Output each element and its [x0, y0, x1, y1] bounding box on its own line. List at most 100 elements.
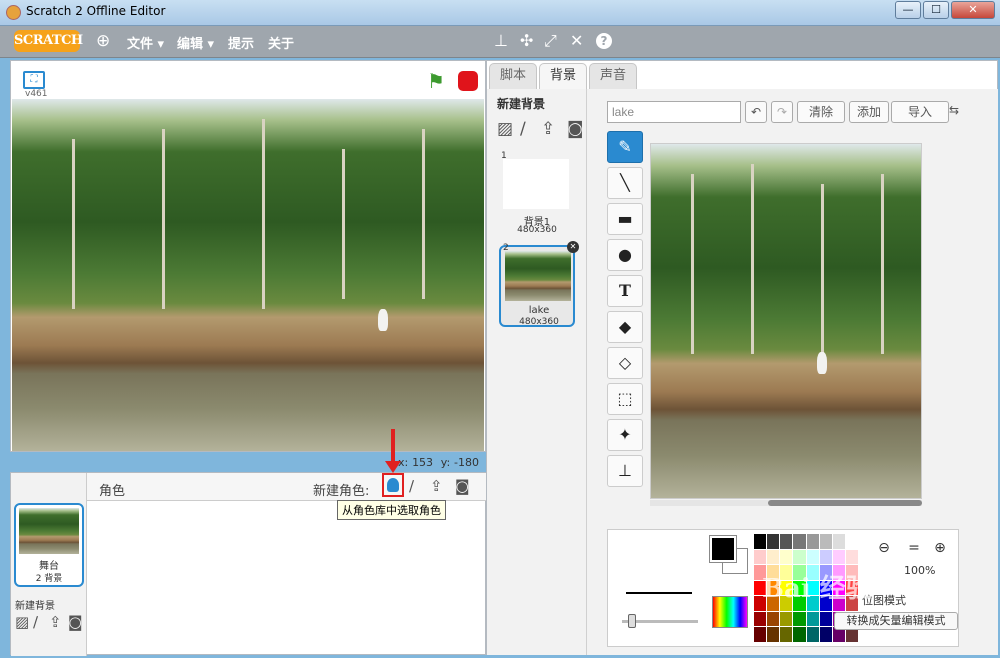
upload-sprite-icon[interactable]: ⇪: [430, 477, 443, 495]
paint-canvas[interactable]: [650, 143, 922, 499]
import-button[interactable]: 导入: [891, 101, 949, 123]
magic-wand-icon[interactable]: ✦: [607, 419, 643, 451]
backdrop-item[interactable]: 1 背景1 480x360: [499, 151, 575, 237]
maximize-button[interactable]: ☐: [923, 1, 949, 19]
palette-swatch[interactable]: [832, 549, 845, 565]
shrink-icon[interactable]: ✕: [570, 31, 583, 50]
paint-backdrop-icon[interactable]: ∕: [33, 613, 38, 631]
menu-tips[interactable]: 提示: [228, 33, 254, 52]
add-button[interactable]: 添加: [849, 101, 889, 123]
grow-icon[interactable]: ⤢: [544, 31, 557, 51]
palette-swatch[interactable]: [819, 549, 832, 565]
title-bar: Scratch 2 Offline Editor — ☐ ✕: [0, 0, 1000, 26]
palette-swatch[interactable]: [754, 627, 767, 642]
paint-backdrop-icon[interactable]: ∕: [520, 119, 526, 139]
camera-backdrop-icon[interactable]: ◙: [68, 613, 83, 631]
palette-swatch[interactable]: [780, 611, 793, 627]
redo-button[interactable]: ↷: [771, 101, 793, 123]
flip-horizontal-icon[interactable]: ⇆: [949, 103, 959, 117]
copy-stamp-icon[interactable]: ⊥: [494, 31, 508, 50]
palette-swatch[interactable]: [767, 611, 780, 627]
menu-file[interactable]: 文件 ▾: [127, 33, 164, 52]
palette-swatch[interactable]: [793, 611, 806, 627]
stage-panel: ⛶ v461 ⚑: [10, 60, 486, 452]
undo-button[interactable]: ↶: [745, 101, 767, 123]
zoom-out-icon[interactable]: ⊖: [874, 538, 894, 558]
palette-swatch[interactable]: [754, 534, 767, 549]
tab-backdrops[interactable]: 背景: [539, 63, 587, 89]
tab-scripts[interactable]: 脚本: [489, 63, 537, 89]
upload-backdrop-icon[interactable]: ⇪: [49, 613, 62, 631]
camera-backdrop-icon[interactable]: ◙: [567, 119, 584, 139]
camera-sprite-icon[interactable]: ◙: [455, 477, 470, 495]
palette-swatch[interactable]: [793, 627, 806, 642]
sprites-title: 角色: [99, 484, 126, 499]
palette-swatch[interactable]: [806, 611, 819, 627]
select-tool-icon[interactable]: ⬚: [607, 383, 643, 415]
scrollbar-thumb[interactable]: [768, 500, 922, 506]
tab-sounds[interactable]: 声音: [589, 63, 637, 89]
line-tool-icon[interactable]: ╲: [607, 167, 643, 199]
stage-thumbnail[interactable]: 舞台 2 背景: [14, 503, 84, 587]
palette-swatch[interactable]: [767, 549, 780, 565]
stage-thumbnail-image: [19, 508, 79, 554]
language-globe-icon[interactable]: ⊕: [96, 31, 110, 51]
menu-bar: SCRATCH ⊕ 文件 ▾ 编辑 ▾ 提示 关于 ⊥ ✣ ⤢ ✕ ?: [0, 26, 1000, 58]
brush-tool-icon[interactable]: ✎: [607, 131, 643, 163]
text-tool-icon[interactable]: T: [607, 275, 643, 307]
backdrop-item-selected[interactable]: 2 lake 480x360 ✕: [499, 241, 579, 327]
paint-sprite-icon[interactable]: ∕: [409, 477, 414, 495]
palette-swatch[interactable]: [819, 627, 832, 642]
palette-swatch[interactable]: [767, 627, 780, 642]
color-picker[interactable]: [712, 596, 748, 628]
stamp-tool-icon[interactable]: ⊥: [607, 455, 643, 487]
palette-swatch[interactable]: [767, 534, 780, 549]
sprite-panel: 舞台 2 背景 新建背景 ▨ ∕ ⇪ ◙ 角色 新建角色: ∕ ⇪ ◙ 从角色库…: [10, 429, 486, 656]
line-width-slider[interactable]: [622, 614, 698, 628]
delete-backdrop-icon[interactable]: ✕: [567, 241, 579, 253]
palette-swatch[interactable]: [754, 611, 767, 627]
palette-swatch[interactable]: [780, 627, 793, 642]
zoom-reset-icon[interactable]: =: [904, 538, 924, 558]
ellipse-tool-icon[interactable]: ●: [607, 239, 643, 271]
palette-swatch[interactable]: [832, 534, 845, 549]
palette-swatch[interactable]: [780, 534, 793, 549]
fill-tool-icon[interactable]: ◆: [607, 311, 643, 343]
fullscreen-icon[interactable]: ⛶: [23, 71, 45, 89]
palette-swatch[interactable]: [845, 534, 858, 549]
stop-icon[interactable]: [458, 71, 478, 91]
close-button[interactable]: ✕: [951, 1, 995, 19]
palette-swatch[interactable]: [806, 549, 819, 565]
palette-swatch[interactable]: [793, 534, 806, 549]
x-value: 153: [412, 456, 434, 469]
stage-canvas[interactable]: [12, 99, 484, 451]
palette-swatch[interactable]: [806, 627, 819, 642]
palette-swatch[interactable]: [845, 549, 858, 565]
palette-swatch[interactable]: [819, 611, 832, 627]
costume-name-input[interactable]: [607, 101, 741, 123]
help-icon[interactable]: ?: [596, 33, 612, 49]
scratch-logo[interactable]: SCRATCH: [14, 30, 83, 52]
rectangle-tool-icon[interactable]: ▬: [607, 203, 643, 235]
palette-swatch[interactable]: [819, 534, 832, 549]
palette-swatch[interactable]: [780, 549, 793, 565]
upload-backdrop-icon[interactable]: ⇪: [541, 119, 555, 139]
backdrop-library-icon[interactable]: ▨: [15, 613, 29, 631]
zoom-in-icon[interactable]: ⊕: [930, 538, 950, 558]
palette-swatch[interactable]: [754, 549, 767, 565]
green-flag-icon[interactable]: ⚑: [427, 69, 445, 93]
menu-edit[interactable]: 编辑 ▾: [177, 33, 214, 52]
cut-scissors-icon[interactable]: ✣: [520, 31, 533, 50]
palette-swatch[interactable]: [806, 534, 819, 549]
eraser-tool-icon[interactable]: ◇: [607, 347, 643, 379]
convert-to-vector-button[interactable]: 转换成矢量编辑模式: [834, 612, 958, 630]
palette-swatch[interactable]: [793, 549, 806, 565]
primary-color-swatch[interactable]: [710, 536, 736, 562]
menu-about[interactable]: 关于: [268, 33, 294, 52]
slider-knob[interactable]: [628, 614, 636, 628]
backdrop-library-icon[interactable]: ▨: [497, 119, 513, 139]
clear-button[interactable]: 清除: [797, 101, 845, 123]
choose-sprite-from-library-button[interactable]: [382, 473, 404, 497]
minimize-button[interactable]: —: [895, 1, 921, 19]
horizontal-scrollbar[interactable]: [650, 500, 922, 506]
